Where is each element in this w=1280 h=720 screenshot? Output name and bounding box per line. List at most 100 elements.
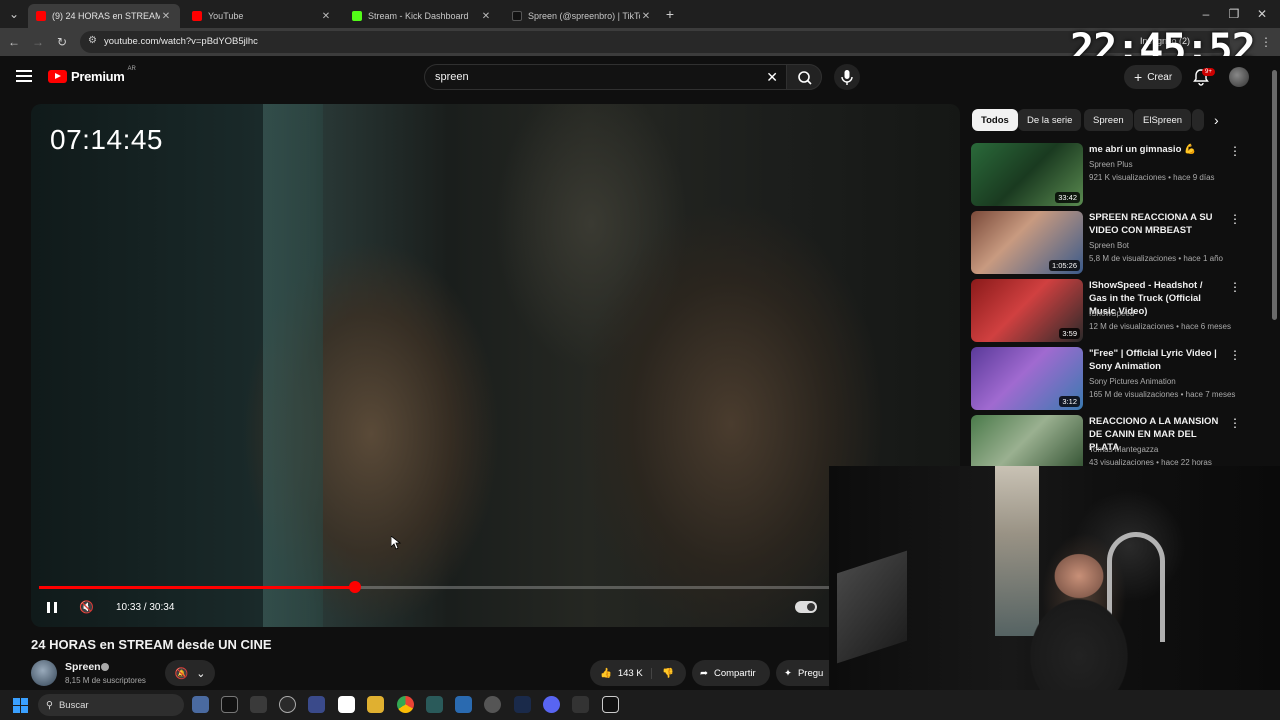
search-input[interactable]: spreen ✕ — [424, 64, 788, 90]
close-icon[interactable]: ✕ — [480, 11, 492, 22]
more-options-icon[interactable]: ⋮ — [1229, 349, 1241, 361]
ndi-icon[interactable] — [221, 696, 238, 713]
url-text: youtube.com/watch?v=pBdYOB5jlhc — [104, 36, 258, 47]
video-thumbnail[interactable]: 33:42 — [971, 143, 1083, 206]
page-scrollbar[interactable] — [1272, 70, 1277, 320]
related-channel[interactable]: Spreen Bot — [1089, 241, 1129, 250]
dislike-button[interactable]: 👎 — [652, 668, 674, 679]
related-title[interactable]: me abrí un gimnasio 💪 — [1089, 143, 1223, 156]
notification-badge: 9+ — [1202, 68, 1215, 76]
search-button[interactable] — [786, 64, 822, 90]
related-video[interactable]: 33:42 me abrí un gimnasio 💪 Spreen Plus … — [971, 143, 1241, 207]
more-options-icon[interactable]: ⋮ — [1229, 281, 1241, 293]
taskbar-search-placeholder: Buscar — [58, 699, 89, 711]
related-video[interactable]: 3:12 "Free" | Official Lyric Video | Son… — [971, 347, 1241, 411]
ask-label: Pregu — [797, 667, 824, 679]
chrome-icon[interactable] — [397, 696, 414, 713]
related-video[interactable]: 1:05:26 SPREEN REACCIONA A SU VIDEO CON … — [971, 211, 1241, 275]
video-thumbnail[interactable]: 1:05:26 — [971, 211, 1083, 274]
youtube-logo[interactable]: Premium AR — [48, 66, 136, 84]
app-icon-14[interactable] — [572, 696, 589, 713]
more-options-icon[interactable]: ⋮ — [1229, 145, 1241, 157]
discord-icon[interactable] — [543, 696, 560, 713]
bell-off-icon: 🔕 — [174, 667, 189, 680]
file-explorer-icon[interactable] — [367, 696, 384, 713]
maximize-icon[interactable]: ❐ — [1226, 6, 1242, 22]
video-player[interactable]: 07:14:45 🔇 10:33 / 30:34 — [31, 104, 960, 627]
channel-avatar[interactable] — [31, 660, 57, 686]
more-options-icon[interactable]: ⋮ — [1229, 417, 1241, 429]
related-title[interactable]: "Free" | Official Lyric Video | Sony Ani… — [1089, 347, 1223, 373]
chevron-right-icon[interactable]: › — [1214, 112, 1219, 128]
tab-kick[interactable]: Stream - Kick Dashboard ✕ — [344, 4, 500, 28]
tab-youtube[interactable]: YouTube ✕ — [184, 4, 340, 28]
site-info-icon[interactable]: ⚙ — [88, 35, 97, 46]
app-icon-10[interactable] — [455, 696, 472, 713]
pause-icon[interactable] — [47, 602, 57, 613]
chip-todos[interactable]: Todos — [972, 109, 1018, 131]
progress-bar[interactable] — [39, 581, 952, 593]
new-tab-icon[interactable]: + — [662, 6, 678, 22]
more-options-icon[interactable]: ⋮ — [1229, 213, 1241, 225]
create-button[interactable]: + Crear — [1124, 65, 1183, 89]
related-channel[interactable]: Sony Pictures Animation — [1089, 377, 1176, 386]
share-button[interactable]: ➦ Compartir — [692, 660, 770, 686]
tab-list-icon[interactable]: ⌄ — [6, 6, 22, 22]
tab-title: (9) 24 HORAS en STREAM desde — [52, 11, 160, 21]
related-meta: 165 M de visualizaciones • hace 7 meses — [1089, 390, 1236, 399]
tab-video[interactable]: (9) 24 HORAS en STREAM desde ✕ — [28, 4, 180, 28]
app-icon-1[interactable] — [192, 696, 209, 713]
app-icon-9[interactable] — [426, 696, 443, 713]
webcam-overlay — [829, 466, 1280, 690]
chip-de-la-serie[interactable]: De la serie — [1018, 109, 1082, 131]
voice-search-button[interactable] — [834, 64, 860, 90]
related-channel[interactable]: Tomas Mantegazza — [1089, 445, 1158, 454]
chip-more[interactable] — [1192, 109, 1204, 131]
like-button[interactable]: 👍 143 K — [590, 667, 652, 679]
notion-icon[interactable] — [338, 696, 355, 713]
account-avatar[interactable] — [1229, 67, 1249, 87]
like-dislike-group: 👍 143 K 👎 — [590, 660, 686, 686]
youtube-play-icon — [48, 70, 67, 83]
steam-icon[interactable] — [514, 696, 531, 713]
window-close-icon[interactable]: ✕ — [1254, 6, 1270, 22]
obs-icon[interactable] — [279, 696, 296, 713]
grid-app-icon[interactable] — [250, 696, 267, 713]
related-meta: 5,8 M de visualizaciones • hace 1 año — [1089, 254, 1223, 263]
search-value: spreen — [435, 71, 469, 83]
progress-scrubber[interactable] — [348, 581, 361, 593]
video-thumbnail[interactable]: 3:59 — [971, 279, 1083, 342]
reload-icon[interactable]: ↻ — [54, 34, 70, 50]
ask-button[interactable]: ✦ Pregu — [776, 660, 836, 686]
settings-icon[interactable] — [484, 696, 501, 713]
channel-name[interactable]: Spreen — [65, 661, 101, 673]
chip-elspreen[interactable]: ElSpreen — [1134, 109, 1192, 131]
close-icon[interactable]: ✕ — [160, 11, 172, 22]
related-title[interactable]: SPREEN REACCIONA A SU VIDEO CON MRBEAST — [1089, 211, 1223, 237]
windows-start-icon[interactable] — [13, 698, 28, 713]
related-channel[interactable]: IShowSpeed — [1089, 309, 1134, 318]
close-icon[interactable]: ✕ — [640, 11, 652, 22]
browser-menu-icon[interactable]: ⋮ — [1258, 34, 1274, 50]
search-icon — [798, 71, 812, 85]
related-video[interactable]: 3:59 IShowSpeed - Headshot / Gas in the … — [971, 279, 1241, 343]
forward-icon[interactable]: → — [30, 34, 46, 50]
autoplay-toggle[interactable] — [795, 601, 817, 613]
close-icon[interactable]: ✕ — [320, 11, 332, 22]
app-icon-15[interactable] — [602, 696, 619, 713]
address-bar[interactable]: ⚙ youtube.com/watch?v=pBdYOB5jlhc Incógn… — [80, 31, 1230, 53]
related-channel[interactable]: Spreen Plus — [1089, 160, 1133, 169]
taskbar-search[interactable]: ⚲ Buscar — [38, 694, 184, 716]
hamburger-menu-icon[interactable] — [16, 70, 32, 82]
duration-badge: 33:42 — [1055, 192, 1080, 203]
chip-spreen[interactable]: Spreen — [1084, 109, 1133, 131]
app-icon-5[interactable] — [308, 696, 325, 713]
minimize-icon[interactable]: – — [1198, 6, 1214, 22]
back-icon[interactable]: ← — [6, 34, 22, 50]
video-thumbnail[interactable]: 3:12 — [971, 347, 1083, 410]
tab-tiktok[interactable]: Spreen (@spreenbro) | TikTok ✕ — [504, 4, 660, 28]
subscribed-notifications-button[interactable]: 🔕 ⌄ — [165, 660, 215, 686]
clear-icon[interactable]: ✕ — [766, 69, 778, 86]
webcam-person-shape — [1019, 536, 1139, 690]
muted-volume-icon[interactable]: 🔇 — [79, 600, 97, 614]
